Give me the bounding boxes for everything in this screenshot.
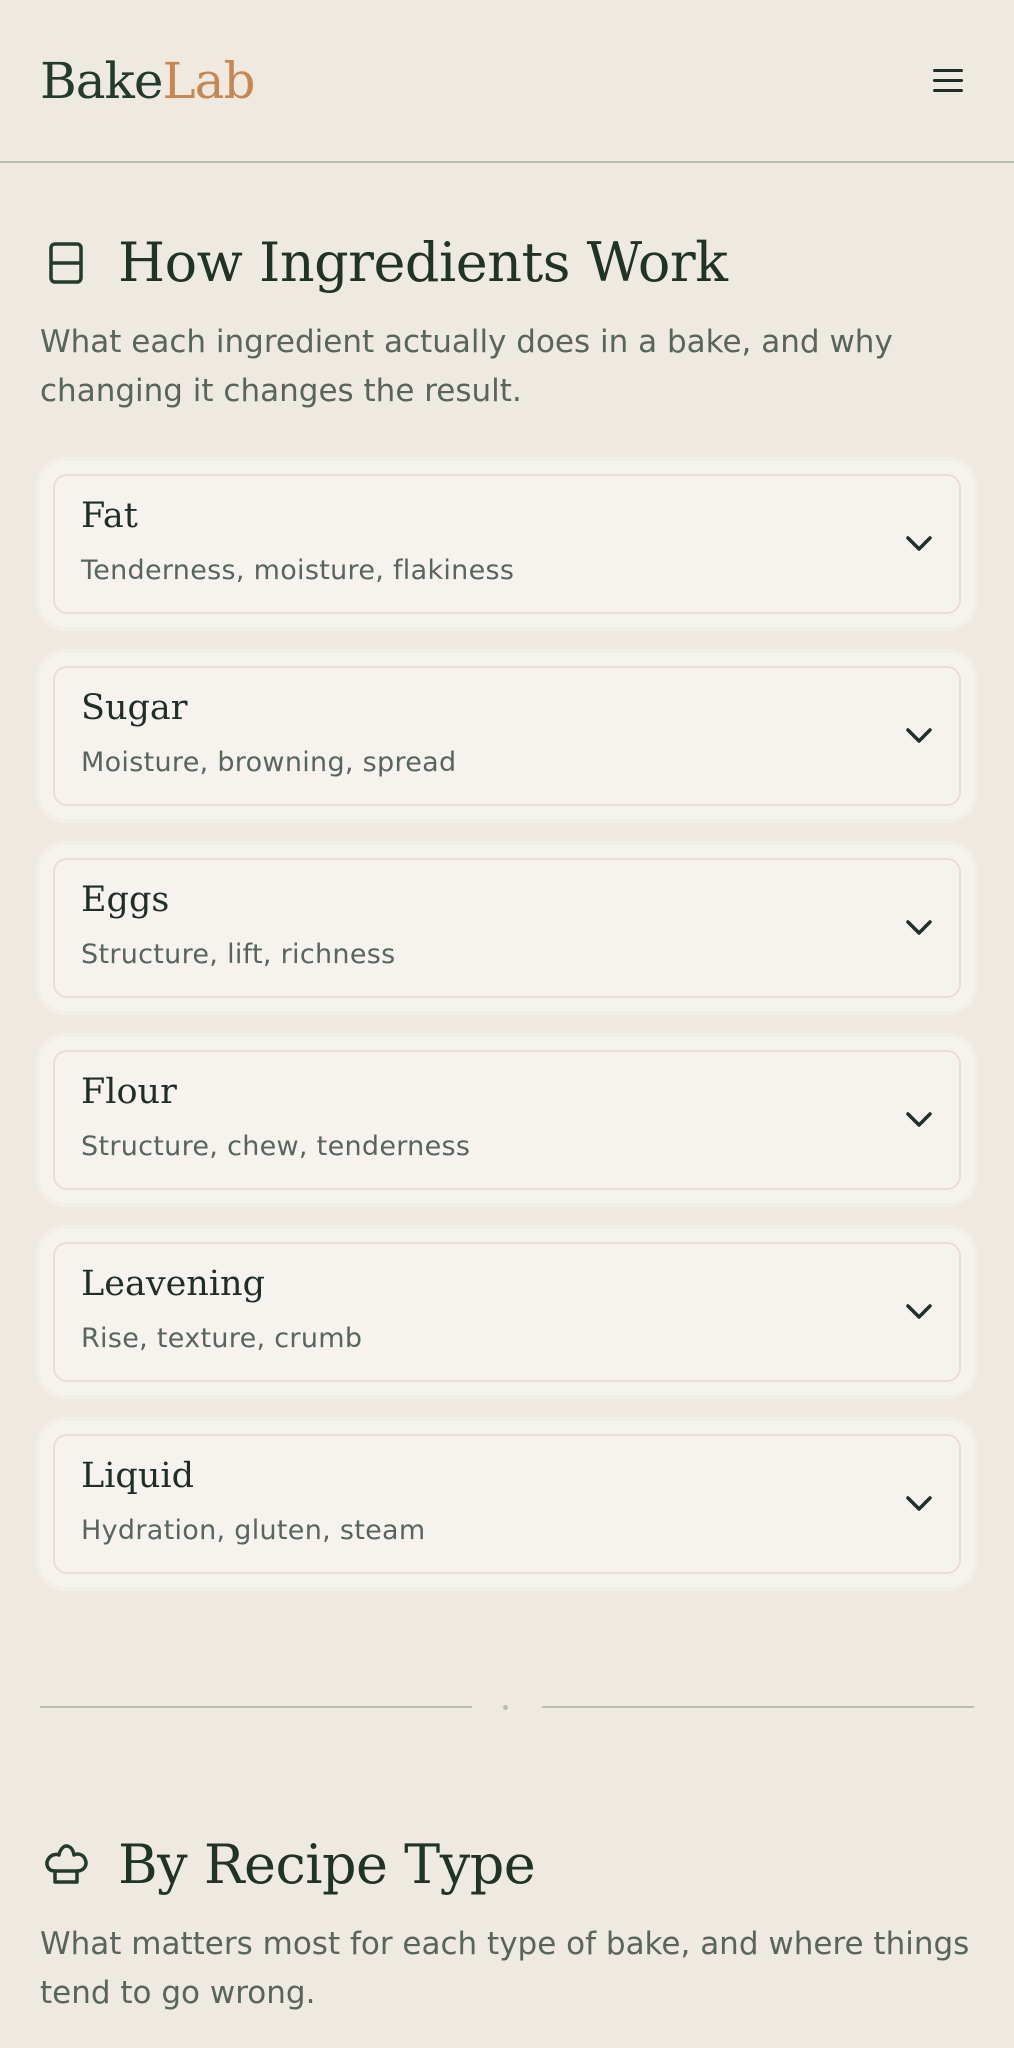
ingredient-name: Flour xyxy=(81,1071,177,1112)
ingredient-name: Leavening xyxy=(81,1263,265,1304)
ingredient-card-leavening[interactable]: Leavening Rise, texture, crumb xyxy=(40,1228,974,1395)
ingredient-card-fat[interactable]: Fat Tenderness, moisture, flakiness xyxy=(40,460,974,627)
divider-dot xyxy=(503,1704,508,1710)
ingredients-section-title: How Ingredients Work xyxy=(118,231,728,294)
recipe-type-section: By Recipe Type What matters most for eac… xyxy=(0,1717,1014,2019)
ingredients-section-header: How Ingredients Work xyxy=(40,231,974,296)
ingredient-subtitle: Structure, lift, richness xyxy=(81,938,396,970)
divider-line xyxy=(542,1705,974,1708)
menu-icon-line xyxy=(933,79,963,82)
ingredient-card-eggs[interactable]: Eggs Structure, lift, richness xyxy=(40,844,974,1011)
divider-line xyxy=(40,1705,472,1708)
ingredient-name: Fat xyxy=(81,495,138,536)
ingredients-section: How Ingredients Work What each ingredien… xyxy=(0,163,1014,1587)
chevron-down-icon[interactable] xyxy=(902,1487,936,1521)
recipe-type-section-header: By Recipe Type xyxy=(40,1833,974,1898)
chevron-down-icon[interactable] xyxy=(902,527,936,561)
ingredient-card-liquid[interactable]: Liquid Hydration, gluten, steam xyxy=(40,1420,974,1587)
chef-hat-icon xyxy=(40,1839,92,1891)
hamburger-menu-button[interactable] xyxy=(922,55,974,107)
chevron-down-icon[interactable] xyxy=(902,1295,936,1329)
chevron-down-icon[interactable] xyxy=(902,719,936,753)
section-divider xyxy=(40,1697,974,1717)
ingredient-name: Liquid xyxy=(81,1455,194,1496)
ingredient-subtitle: Hydration, gluten, steam xyxy=(81,1514,426,1546)
ingredient-name: Sugar xyxy=(81,687,188,728)
site-header: BakeLab xyxy=(0,0,1014,163)
logo-primary-text: Bake xyxy=(40,51,163,110)
logo-accent-text: Lab xyxy=(162,51,255,110)
menu-icon-line xyxy=(933,89,963,92)
ingredient-subtitle: Structure, chew, tenderness xyxy=(81,1130,471,1162)
ingredient-subtitle: Tenderness, moisture, flakiness xyxy=(81,554,515,586)
ingredient-subtitle: Moisture, browning, spread xyxy=(81,746,457,778)
ingredient-name: Eggs xyxy=(81,879,170,920)
menu-icon-line xyxy=(933,69,963,72)
chevron-down-icon[interactable] xyxy=(902,911,936,945)
ingredient-subtitle: Rise, texture, crumb xyxy=(81,1322,363,1354)
recipe-type-section-description: What matters most for each type of bake,… xyxy=(40,1925,970,2012)
chevron-down-icon[interactable] xyxy=(902,1103,936,1137)
ingredients-section-description: What each ingredient actually does in a … xyxy=(40,323,893,410)
recipe-type-section-title: By Recipe Type xyxy=(118,1832,536,1896)
ingredient-accordion-list: Fat Tenderness, moisture, flakiness Suga… xyxy=(40,460,974,1587)
jar-icon xyxy=(40,237,92,289)
site-logo[interactable]: BakeLab xyxy=(40,56,255,106)
ingredient-card-flour[interactable]: Flour Structure, chew, tenderness xyxy=(40,1036,974,1203)
ingredient-card-sugar[interactable]: Sugar Moisture, browning, spread xyxy=(40,652,974,819)
